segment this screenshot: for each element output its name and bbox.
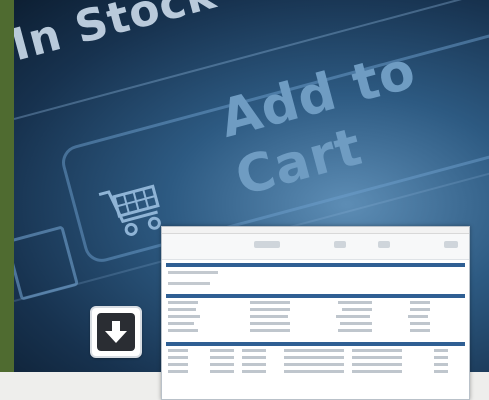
quantity-field-graphic <box>14 225 80 301</box>
in-stock-text: In Stock <box>14 0 222 72</box>
thumbnail-table-row <box>168 301 463 305</box>
thumbnail-table-row <box>168 308 463 312</box>
thumbnail-header-bar <box>166 263 465 267</box>
thumbnail-table-row <box>168 363 463 367</box>
arrow-down-icon <box>105 321 127 343</box>
thumbnail-table-row <box>168 356 463 360</box>
thumbnail-table-row <box>168 329 463 333</box>
report-screenshot-thumbnail[interactable] <box>161 226 470 400</box>
thumbnail-table-row <box>168 349 463 353</box>
promo-tile: In Stock Add to Cart <box>0 0 489 400</box>
download-button[interactable] <box>90 306 142 358</box>
thumbnail-toolbar <box>162 234 469 260</box>
thumbnail-table-row <box>168 322 463 326</box>
thumbnail-titlebar <box>162 227 469 234</box>
thumbnail-table-row <box>168 315 463 319</box>
thumbnail-table-row <box>168 370 463 374</box>
green-accent-stripe <box>0 0 14 372</box>
